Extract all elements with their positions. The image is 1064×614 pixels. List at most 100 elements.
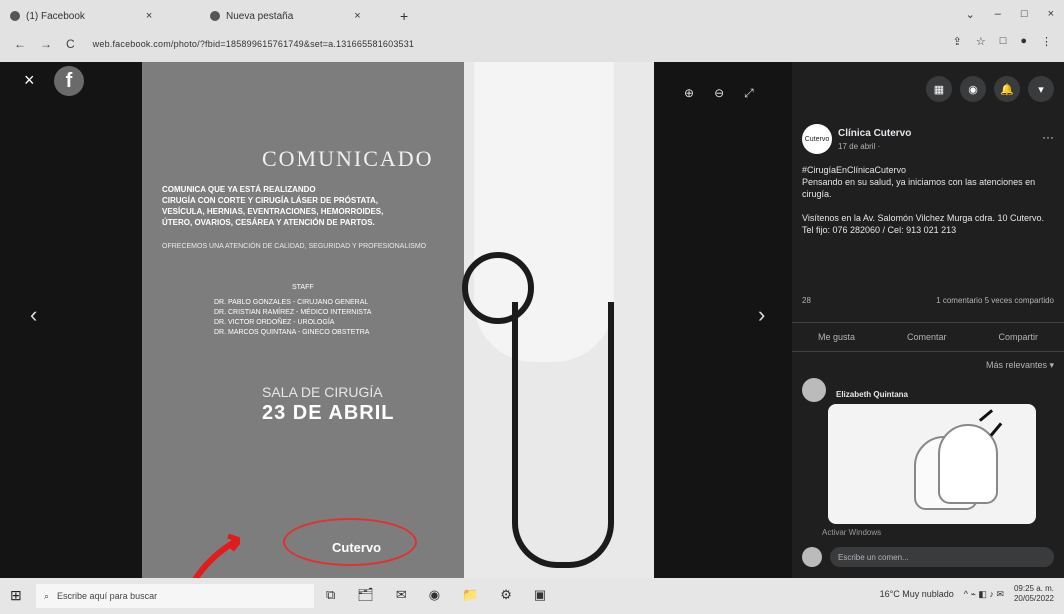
windows-activation-watermark: Activar Windows: [822, 528, 882, 537]
close-viewer-icon[interactable]: ×: [24, 70, 35, 91]
close-tab-icon[interactable]: ×: [146, 10, 152, 22]
reaction-summary: 28 1 comentario 5 veces compartido: [802, 296, 1054, 305]
poster-image: COMUNICADO COMUNICA QUE YA ESTÁ REALIZAN…: [142, 62, 654, 578]
post-panel: ▦ ◉ 🔔 ▾ Cutervo Clínica Cutervo 17 de ab…: [792, 62, 1064, 578]
tab-label: (1) Facebook: [26, 10, 85, 22]
back-icon[interactable]: ←: [14, 37, 26, 51]
task-view-icon[interactable]: ⧉: [326, 587, 335, 603]
staff-item: DR. MARCOS QUINTANA - GINECO OBSTETRA: [214, 329, 370, 336]
tab-new[interactable]: Nueva pestaña ×: [210, 6, 361, 26]
stethoscope-tube: [512, 302, 614, 568]
share-button[interactable]: Compartir: [998, 332, 1038, 342]
maximize-icon[interactable]: □: [1021, 8, 1028, 21]
fullscreen-icon[interactable]: ⤢: [744, 86, 754, 101]
comment-sort-dropdown[interactable]: Más relevantes ▾: [986, 360, 1054, 371]
new-tab-button[interactable]: +: [400, 8, 408, 24]
tab-search-icon[interactable]: ⌄: [966, 8, 975, 21]
page-avatar[interactable]: Cutervo: [802, 124, 832, 154]
address-bar-row: ← → C web.facebook.com/photo/?fbid=18589…: [0, 32, 1064, 56]
zoom-in-icon[interactable]: ⊕: [684, 86, 694, 101]
post-line: Tel fijo: 076 282060 / Cel: 913 021 213: [802, 225, 957, 235]
zoom-out-icon[interactable]: ⊖: [714, 86, 724, 101]
post-hashtag[interactable]: #CirugíaEnClínicaCutervo: [802, 164, 1054, 176]
tray-icons[interactable]: ^ ⌁ ◧ ♪ ✉: [964, 589, 1004, 600]
post-line: Visítenos en la Av. Salomón Vilchez Murg…: [802, 213, 1044, 223]
menu-grid-icon[interactable]: ▦: [926, 76, 952, 102]
comment-input[interactable]: Escribe un comen...: [830, 547, 1054, 567]
commenter-avatar[interactable]: [802, 378, 826, 402]
mail-icon[interactable]: ✉: [396, 587, 407, 603]
poster-date: 23 DE ABRIL: [262, 402, 395, 424]
sidepanel-icon[interactable]: □: [1000, 35, 1007, 48]
close-window-icon[interactable]: ×: [1048, 8, 1054, 21]
staff-list: DR. PABLO GONZALES - CIRUJANO GENERAL DR…: [214, 298, 371, 338]
comment-composer: Escribe un comen...: [802, 544, 1054, 570]
poster-body: COMUNICA QUE YA ESTÁ REALIZANDO CIRUGÍA …: [162, 184, 462, 228]
file-explorer-icon[interactable]: 🗂: [357, 587, 374, 603]
messenger-icon[interactable]: ◉: [960, 76, 986, 102]
url-field[interactable]: web.facebook.com/photo/?fbid=18589961576…: [93, 39, 414, 49]
close-tab-icon[interactable]: ×: [354, 10, 360, 22]
commenter-name[interactable]: Elizabeth Quintana: [836, 390, 908, 399]
reload-icon[interactable]: C: [66, 37, 75, 51]
comment-button[interactable]: Comentar: [907, 332, 947, 342]
staff-header: STAFF: [292, 284, 314, 291]
chrome-icon[interactable]: ◉: [429, 587, 440, 603]
clock-time: 09:25 a. m.: [1013, 584, 1054, 593]
poster-tagline: OFRECEMOS UNA ATENCIÓN DE CALIDAD, SEGUR…: [162, 243, 427, 250]
like-button[interactable]: Me gusta: [818, 332, 855, 342]
settings-icon[interactable]: ⚙: [500, 587, 512, 603]
notifications-icon[interactable]: 🔔: [994, 76, 1020, 102]
bookmark-star-icon[interactable]: ☆: [976, 35, 986, 48]
profile-icon[interactable]: ●: [1020, 35, 1027, 48]
forward-icon[interactable]: →: [40, 37, 52, 51]
browser-chrome: (1) Facebook × Nueva pestaña × + ⌄ – □ ×…: [0, 0, 1064, 62]
poster-line: ÚTERO, OVARIOS, CESÁREA Y ATENCIÓN DE PA…: [162, 218, 375, 227]
post-actions: Me gusta Comentar Compartir: [792, 322, 1064, 352]
clock-date: 20/05/2022: [1013, 594, 1054, 603]
poster-title: COMUNICADO: [262, 146, 434, 171]
staff-item: DR. CRISTIAN RAMÍREZ - MÉDICO INTERNISTA: [214, 309, 372, 316]
start-icon[interactable]: ⊞: [10, 587, 22, 604]
page-name[interactable]: Clínica Cutervo: [838, 128, 911, 139]
previous-photo-icon[interactable]: ‹: [30, 302, 37, 328]
poster-line: VESÍCULA, HERNIAS, EVENTRACIONES, HEMORR…: [162, 207, 384, 216]
tab-facebook[interactable]: (1) Facebook ×: [10, 6, 152, 26]
post-spacer: [802, 200, 1054, 212]
taskbar-search[interactable]: ⌕ Escribe aquí para buscar: [36, 584, 314, 608]
weather-widget[interactable]: 16°C Muy nublado: [880, 589, 954, 599]
minimize-icon[interactable]: –: [995, 8, 1001, 21]
taskbar-apps: ⧉ 🗂 ✉ ◉ 📁 ⚙ ▣: [326, 587, 546, 603]
staff-item: DR. PABLO GONZALES - CIRUJANO GENERAL: [214, 299, 369, 306]
account-icon[interactable]: ▾: [1028, 76, 1054, 102]
user-avatar: [802, 547, 822, 567]
panel-top-icons: ▦ ◉ 🔔 ▾: [792, 62, 1064, 116]
hand-right-shape: [938, 424, 998, 504]
share-icon[interactable]: ⇪: [953, 35, 962, 48]
toolbar-icons: ⇪ ☆ □ ● ⋮: [953, 35, 1052, 48]
next-photo-icon[interactable]: ›: [758, 302, 765, 328]
post-date[interactable]: 17 de abril ·: [838, 142, 880, 151]
folder-icon[interactable]: 📁: [462, 587, 478, 603]
clap-mark: [978, 409, 994, 422]
clapping-hands-sticker: [828, 404, 1036, 524]
app-icon[interactable]: ▣: [534, 587, 546, 603]
search-icon: ⌕: [44, 590, 50, 601]
viewer-tools: ⊕ ⊖ ⤢: [684, 86, 754, 101]
tab-label: Nueva pestaña: [226, 10, 294, 22]
facebook-logo-icon[interactable]: f: [54, 66, 84, 96]
poster-date-caption: SALA DE CIRUGÍA: [262, 384, 383, 400]
staff-item: DR. VICTOR ORDOÑEZ - UROLOGÍA: [214, 319, 335, 326]
clap-mark: [989, 422, 1003, 437]
window-controls: ⌄ – □ ×: [966, 8, 1054, 21]
poster-line: COMUNICA QUE YA ESTÁ REALIZANDO: [162, 185, 316, 194]
post-line: Pensando en su salud, ya iniciamos con l…: [802, 177, 1036, 199]
reaction-count[interactable]: 28: [802, 296, 811, 305]
chrome-tab-icon: [210, 11, 220, 21]
red-annotation-ellipse: [283, 518, 417, 566]
menu-icon[interactable]: ⋮: [1041, 35, 1052, 48]
comment-share-counts[interactable]: 1 comentario 5 veces compartido: [936, 296, 1054, 305]
clock[interactable]: 09:25 a. m. 20/05/2022: [1014, 584, 1054, 604]
more-options-icon[interactable]: ···: [1042, 130, 1054, 144]
facebook-tab-icon: [10, 11, 20, 21]
